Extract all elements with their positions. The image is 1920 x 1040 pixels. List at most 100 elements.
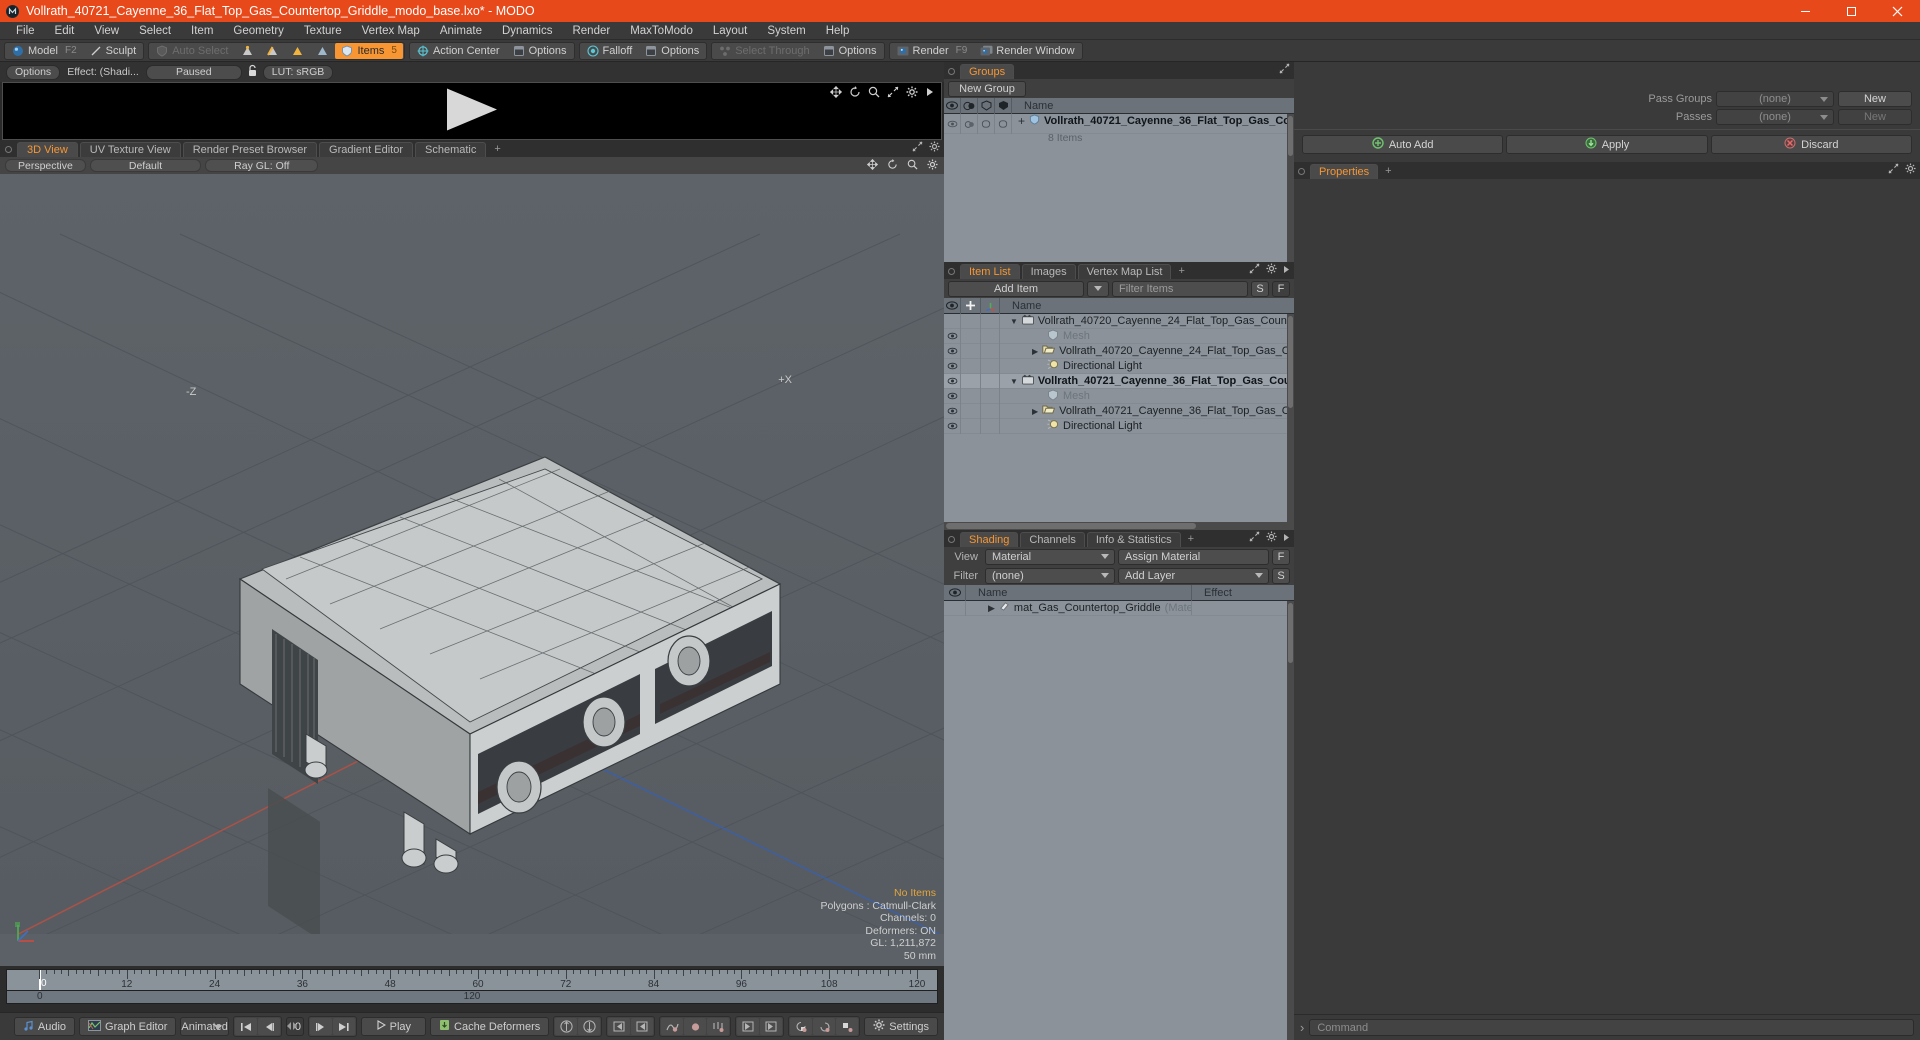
current-frame-input[interactable]: 0 <box>285 1017 304 1036</box>
add-layer-select[interactable]: Add Layer <box>1118 567 1269 584</box>
menu-item-maxtomodo[interactable]: MaxToModo <box>620 22 703 40</box>
filter-items-input[interactable]: Filter Items <box>1112 280 1248 297</box>
maximize-button[interactable] <box>1828 0 1874 22</box>
tab-uv-texture-view[interactable]: UV Texture View <box>79 142 181 157</box>
group-row-shade-icon[interactable] <box>961 114 978 134</box>
graph-editor-button[interactable]: Graph Editor <box>79 1017 177 1036</box>
falloff-options-button[interactable]: Options <box>639 42 706 59</box>
command-input[interactable]: Command <box>1309 1019 1914 1036</box>
shading-list-body[interactable]: ▶ mat_Gas_Countertop_Griddle (Material) <box>944 601 1294 1040</box>
item-list-collapse-icon[interactable] <box>1283 263 1290 277</box>
unkey-channels-button[interactable] <box>578 1018 601 1035</box>
shading-scrollbar[interactable] <box>1287 601 1294 1040</box>
tab-3d-view[interactable]: 3D View <box>17 142 78 157</box>
cache-deformers-button[interactable]: Cache Deformers <box>430 1017 550 1036</box>
zoom-icon[interactable] <box>868 86 880 101</box>
model-mode-button[interactable]: Model F2 <box>6 42 83 59</box>
item-row-axis-cell[interactable] <box>981 373 1000 389</box>
action-center-button[interactable]: Action Center <box>410 42 506 59</box>
groups-scrollbar[interactable] <box>1287 114 1294 262</box>
viewport-shading-button[interactable]: Default <box>89 159 202 172</box>
item-list-gear-icon[interactable] <box>1266 263 1277 277</box>
viewport-rotate-icon[interactable] <box>887 158 898 173</box>
add-item-dropdown[interactable] <box>1087 280 1109 297</box>
tab-render-preset-browser[interactable]: Render Preset Browser <box>182 142 318 157</box>
preview-options-button[interactable]: Options <box>6 64 61 80</box>
3d-viewport[interactable]: +X -Z No Items Polygons : Catmull-Clark … <box>0 174 944 966</box>
minimize-button[interactable] <box>1782 0 1828 22</box>
item-row-eye-icon[interactable] <box>944 403 961 419</box>
item-list-tab-add[interactable]: + <box>1173 264 1189 279</box>
move-icon[interactable] <box>829 85 843 101</box>
apply-button[interactable]: Apply <box>1506 135 1708 154</box>
auto-select-button[interactable]: Auto Select <box>150 42 235 59</box>
item-list-row[interactable]: ▶ Vollrath_40721_Cayenne_36_Flat_Top_Gas_… <box>944 403 1294 419</box>
tab-channels[interactable]: Channels <box>1020 532 1085 547</box>
item-row-expander-icon[interactable]: ▶ <box>1032 407 1038 416</box>
timeline-range-bar[interactable]: 0 120 <box>6 991 938 1004</box>
shading-row-eye-icon[interactable] <box>944 601 966 616</box>
item-row-eye-icon[interactable] <box>944 358 961 374</box>
item-list-row[interactable]: Mesh <box>944 388 1294 404</box>
group-row-eye-icon[interactable] <box>944 114 961 134</box>
item-list-tab-dot-icon[interactable] <box>948 268 955 275</box>
shading-expander-icon[interactable]: ▶ <box>988 603 995 614</box>
shading-view-select[interactable]: Material <box>985 548 1115 565</box>
properties-maximize-icon[interactable] <box>1888 163 1899 177</box>
properties-tab-add[interactable]: + <box>1380 164 1396 179</box>
render-button[interactable]: Render F9 <box>890 42 974 59</box>
item-list-row[interactable]: Directional Light <box>944 418 1294 434</box>
tab-images[interactable]: Images <box>1021 264 1076 279</box>
item-row-eye-icon[interactable] <box>944 373 961 389</box>
tab-gradient-editor[interactable]: Gradient Editor <box>319 142 413 157</box>
menu-item-layout[interactable]: Layout <box>703 22 758 40</box>
item-row-axis-cell[interactable] <box>981 328 1000 344</box>
rotate-icon[interactable] <box>849 86 861 101</box>
filter-s-button[interactable]: S <box>1251 280 1269 297</box>
preview-paused-button[interactable]: Paused <box>145 64 242 80</box>
item-col-eye-icon[interactable] <box>944 297 961 314</box>
viewport-raygl-button[interactable]: Ray GL: Off <box>205 159 319 172</box>
delete-key-button[interactable] <box>684 1018 707 1035</box>
item-list-body[interactable]: ▼ Vollrath_40720_Cayenne_24_Flat_Top_Gas_… <box>944 314 1294 522</box>
tab-info-statistics[interactable]: Info & Statistics <box>1086 532 1181 547</box>
item-row-axis-cell[interactable] <box>981 388 1000 404</box>
groups-col-shade-icon[interactable] <box>961 97 978 114</box>
key-range-button[interactable] <box>707 1018 730 1035</box>
item-list-hscrollbar[interactable] <box>944 522 1294 530</box>
timeline[interactable]: 0 12 24 36 48 60 72 84 96 108 120 0 120 <box>0 966 944 1012</box>
item-list-row[interactable]: Directional Light <box>944 358 1294 374</box>
menu-item-vertex-map[interactable]: Vertex Map <box>352 22 430 40</box>
item-list-row[interactable]: ▼ Vollrath_40721_Cayenne_36_Flat_Top_Gas_… <box>944 373 1294 389</box>
preview-lut-button[interactable]: LUT: sRGB <box>262 64 334 80</box>
key-rotate-button[interactable] <box>813 1018 836 1035</box>
shading-maximize-icon[interactable] <box>1249 531 1260 545</box>
maximize-viewport-icon[interactable] <box>912 141 923 155</box>
groups-maximize-icon[interactable] <box>1279 63 1290 77</box>
create-key-button[interactable] <box>661 1018 684 1035</box>
item-row-axis-cell[interactable] <box>981 314 1000 329</box>
go-to-start-button[interactable] <box>234 1018 257 1035</box>
polygon-mode-button[interactable] <box>285 42 310 59</box>
tab-item-list[interactable]: Item List <box>960 264 1020 279</box>
fit-icon[interactable] <box>887 86 899 101</box>
item-col-lock-icon[interactable] <box>961 297 981 314</box>
menu-item-file[interactable]: File <box>6 22 45 40</box>
item-row-eye-icon[interactable] <box>944 314 961 329</box>
assign-material-button[interactable]: Assign Material <box>1118 548 1269 565</box>
items-mode-button[interactable]: Items 5 <box>335 42 403 59</box>
shading-s-button[interactable]: S <box>1272 567 1290 584</box>
timeline-ruler[interactable]: 0 12 24 36 48 60 72 84 96 108 120 <box>6 969 938 991</box>
pass-groups-select[interactable]: (none) <box>1716 91 1834 107</box>
menu-item-render[interactable]: Render <box>562 22 620 40</box>
groups-col-shape-icon[interactable] <box>978 97 995 114</box>
item-row-lock-cell[interactable] <box>961 373 981 389</box>
render-window-button[interactable]: Render Window <box>974 42 1081 59</box>
item-list-scrollbar[interactable] <box>1287 314 1294 522</box>
previous-frame-button[interactable] <box>257 1018 280 1035</box>
shading-gear-icon[interactable] <box>1266 531 1277 545</box>
sculpt-mode-button[interactable]: Sculpt <box>83 42 143 59</box>
menu-item-view[interactable]: View <box>84 22 129 40</box>
groups-list-body[interactable]: + Vollrath_40721_Cayenne_36_Flat_Top_Gas… <box>944 114 1294 262</box>
shading-col-eye-icon[interactable] <box>944 584 966 601</box>
